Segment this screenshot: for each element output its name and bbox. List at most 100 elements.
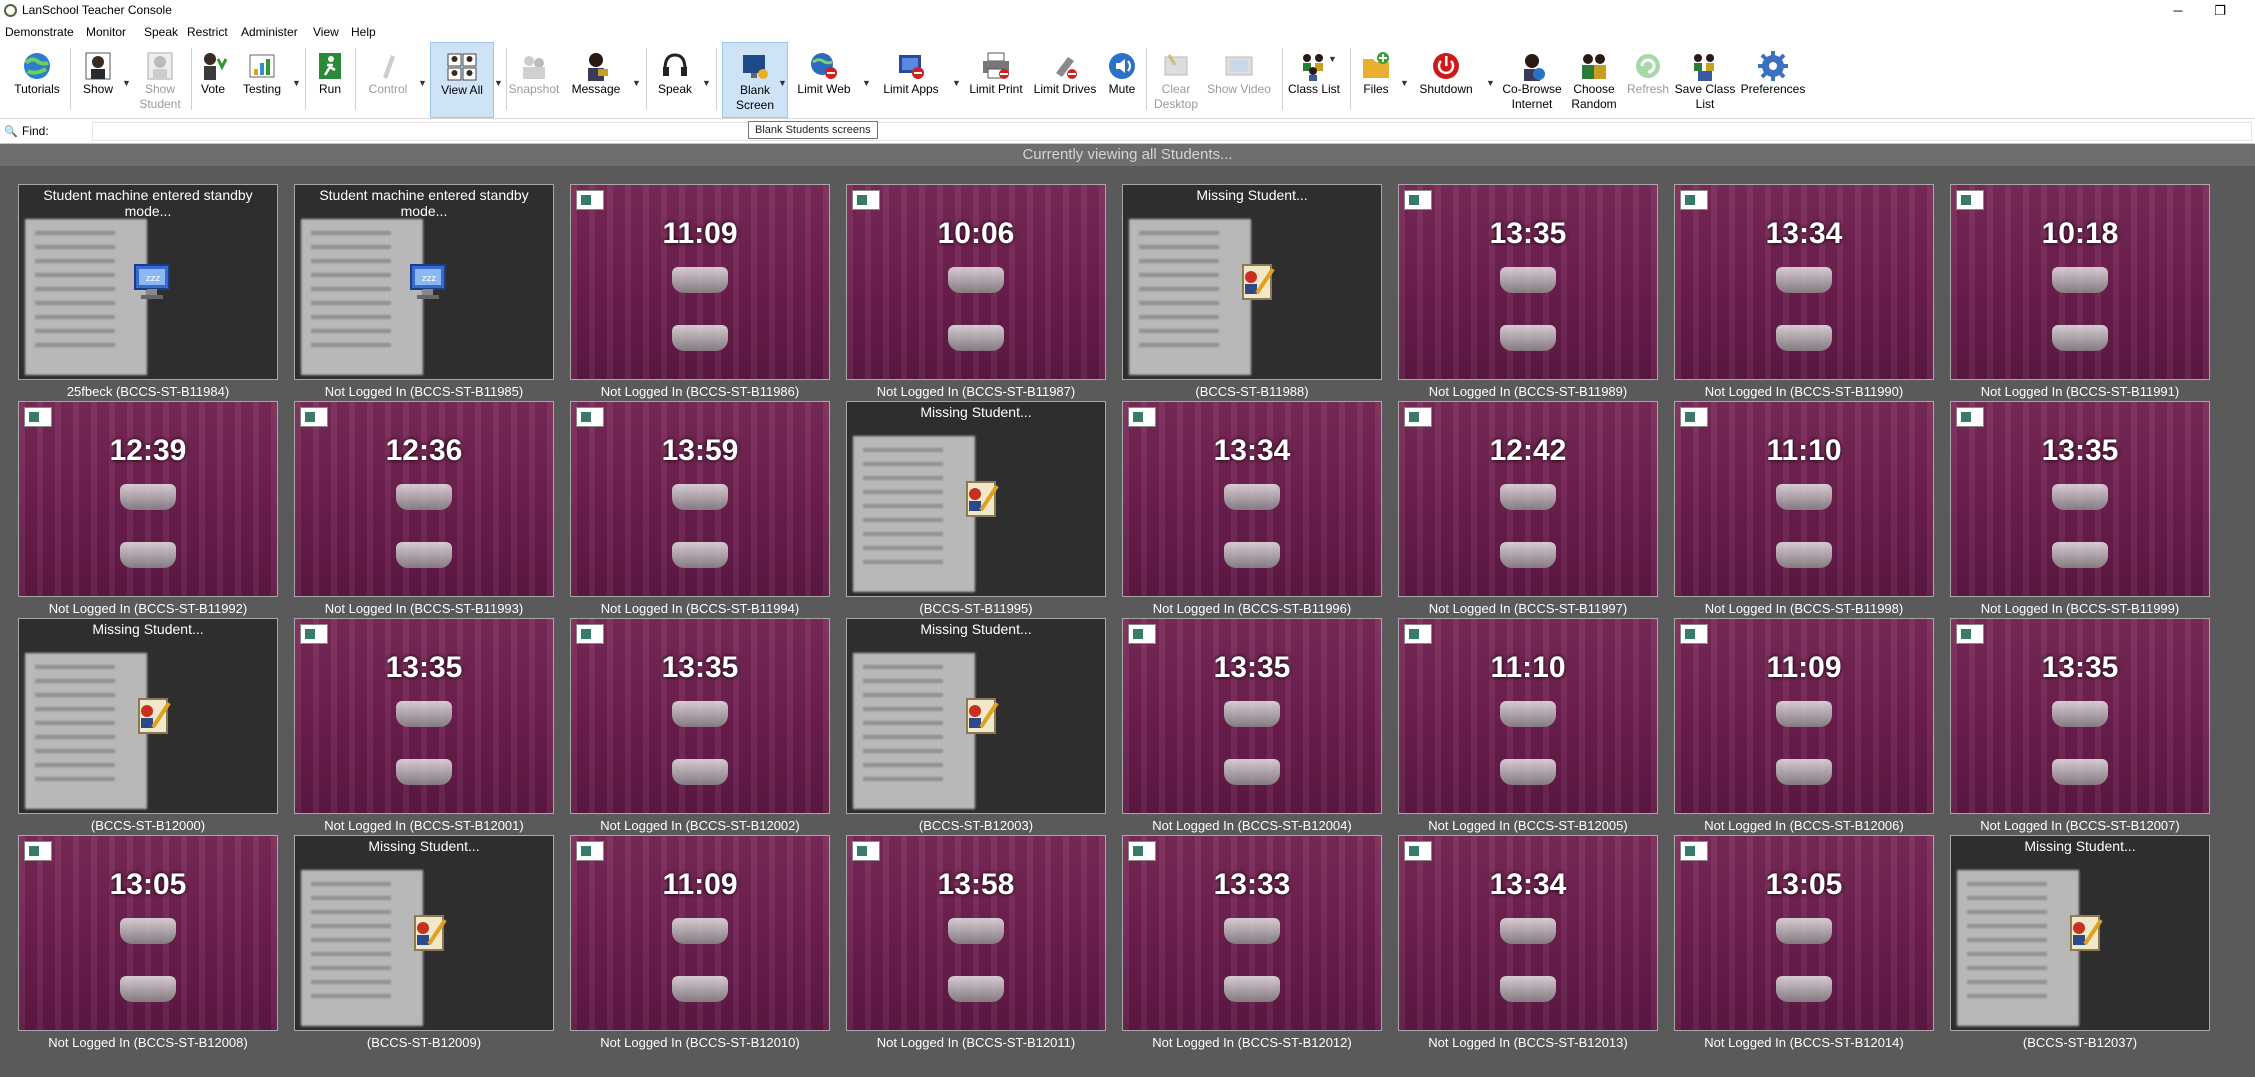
show-student-button[interactable]: Show Student (134, 42, 186, 118)
student-thumbnail[interactable]: Missing Student... (846, 618, 1106, 814)
control-button[interactable]: Control (362, 42, 414, 118)
lock-screen-clock: 13:35 (385, 651, 463, 684)
minimize-button[interactable]: ─ (2158, 2, 2198, 20)
student-thumbnail[interactable]: 13:34 (1122, 401, 1382, 597)
monitor-badge-icon (1404, 407, 1432, 427)
snapshot-button[interactable]: Snapshot (508, 42, 560, 118)
view-all-button[interactable]: View All (430, 42, 494, 118)
menu-help[interactable]: Help (351, 25, 376, 39)
mute-button[interactable]: Mute (1104, 42, 1140, 118)
menu-administer[interactable]: Administer (241, 25, 298, 39)
menu-restrict[interactable]: Restrict (187, 25, 228, 39)
student-caption: (BCCS-ST-B11988) (1195, 384, 1309, 399)
save-class-list-button[interactable]: Save Class List (1674, 42, 1736, 118)
lock-screen-clock: 13:35 (2041, 651, 2119, 684)
control-dropdown-icon[interactable]: ▼ (418, 78, 427, 88)
view-all-dropdown-icon[interactable]: ▼ (494, 78, 503, 88)
message-button[interactable]: Message (568, 42, 624, 118)
monitor-badge-icon (1128, 624, 1156, 644)
crest-icon (1500, 918, 1556, 944)
student-thumbnail[interactable]: 11:09 (570, 835, 830, 1031)
student-thumbnail[interactable]: 11:09 (570, 184, 830, 380)
limit-web-button[interactable]: Limit Web (794, 42, 854, 118)
refresh-button[interactable]: Refresh (1624, 42, 1672, 118)
lock-screen-clock: 13:35 (1489, 217, 1567, 250)
student-caption: Not Logged In (BCCS-ST-B12004) (1152, 818, 1352, 833)
monitor-badge-icon (1680, 841, 1708, 861)
show-video-button[interactable]: Show Video (1206, 42, 1272, 118)
student-thumbnail[interactable]: 13:59 (570, 401, 830, 597)
limit-apps-button[interactable]: Limit Apps (878, 42, 944, 118)
student-caption: (BCCS-ST-B12037) (2022, 1035, 2138, 1050)
missing-student-icon (966, 481, 999, 517)
shutdown-button[interactable]: Shutdown (1414, 42, 1478, 118)
crest-icon (672, 267, 728, 293)
student-thumbnail[interactable]: 10:18 (1950, 184, 2210, 380)
student-thumbnail[interactable]: 11:10 (1674, 401, 1934, 597)
vote-button[interactable]: Vote (196, 42, 230, 118)
limit-apps-dropdown-icon[interactable]: ▼ (952, 78, 961, 88)
student-thumbnail[interactable]: 12:39 (18, 401, 278, 597)
student-thumbnail[interactable]: 13:34 (1398, 835, 1658, 1031)
student-thumbnail[interactable]: 13:33 (1122, 835, 1382, 1031)
co-browse-internet-button[interactable]: Co-Browse Internet (1500, 42, 1564, 118)
student-thumbnail[interactable]: 13:35 (294, 618, 554, 814)
standby-monitor-icon: zzz (410, 264, 446, 299)
tile-status-message: Missing Student... (92, 621, 204, 637)
menu-speak[interactable]: Speak (144, 25, 178, 39)
student-thumbnail[interactable]: 13:35 (570, 618, 830, 814)
maximize-button[interactable]: ❐ (2200, 2, 2240, 20)
student-thumbnail[interactable]: 11:09 (1674, 618, 1934, 814)
student-thumbnail[interactable]: 13:34 (1674, 184, 1934, 380)
student-thumbnail[interactable]: Missing Student... (18, 618, 278, 814)
limit-drives-button[interactable]: Limit Drives (1030, 42, 1100, 118)
speak-button[interactable]: Speak (652, 42, 698, 118)
student-thumbnail[interactable]: 13:35 (1122, 618, 1382, 814)
student-thumbnail[interactable]: 13:35 (1950, 401, 2210, 597)
student-thumbnail[interactable]: Missing Student... (846, 401, 1106, 597)
view-all-icon (447, 53, 477, 81)
menu-demonstrate[interactable]: Demonstrate (5, 25, 74, 39)
limit-print-button[interactable]: Limit Print (966, 42, 1026, 118)
class-list-dropdown-icon[interactable]: ▼ (1328, 54, 1337, 64)
student-thumbnail[interactable]: 11:10 (1398, 618, 1658, 814)
testing-button[interactable]: Testing (240, 42, 284, 118)
student-thumbnail[interactable]: 13:05 (1674, 835, 1934, 1031)
show-button[interactable]: Show (76, 42, 120, 118)
tile-status-message: Student machine entered standby mode... (43, 187, 253, 219)
crest-icon (120, 542, 176, 568)
menu-monitor[interactable]: Monitor (86, 25, 126, 39)
files-button[interactable]: Files (1356, 42, 1396, 118)
student-thumbnail[interactable]: 12:36 (294, 401, 554, 597)
find-input[interactable] (92, 122, 2252, 141)
tutorials-button[interactable]: Tutorials (10, 42, 64, 118)
shutdown-dropdown-icon[interactable]: ▼ (1486, 78, 1495, 88)
missing-student-icon (1242, 264, 1275, 300)
student-thumbnail[interactable]: 13:05 (18, 835, 278, 1031)
testing-dropdown-icon[interactable]: ▼ (292, 78, 301, 88)
student-thumbnail[interactable]: Student machine entered standby mode... z… (294, 184, 554, 380)
student-thumbnail[interactable]: Student machine entered standby mode... z… (18, 184, 278, 380)
preferences-button[interactable]: Preferences (1740, 42, 1806, 118)
menu-bar: Demonstrate Monitor Speak Restrict Admin… (0, 22, 2255, 42)
blank-screen-dropdown-icon[interactable]: ▼ (778, 78, 787, 88)
student-thumbnail[interactable]: 13:58 (846, 835, 1106, 1031)
menu-view[interactable]: View (313, 25, 339, 39)
student-thumbnail[interactable]: 13:35 (1398, 184, 1658, 380)
show-dropdown-icon[interactable]: ▼ (122, 78, 131, 88)
speak-dropdown-icon[interactable]: ▼ (702, 78, 711, 88)
message-dropdown-icon[interactable]: ▼ (632, 78, 641, 88)
student-thumbnail[interactable]: Missing Student... (1122, 184, 1382, 380)
student-thumbnail[interactable]: Missing Student... (1950, 835, 2210, 1031)
blank-screen-icon (743, 55, 768, 79)
run-button[interactable]: Run (312, 42, 348, 118)
files-dropdown-icon[interactable]: ▼ (1400, 78, 1409, 88)
limit-web-dropdown-icon[interactable]: ▼ (862, 78, 871, 88)
student-thumbnail[interactable]: 12:42 (1398, 401, 1658, 597)
choose-random-button[interactable]: Choose Random (1566, 42, 1622, 118)
student-thumbnail[interactable]: 10:06 (846, 184, 1106, 380)
student-thumbnail[interactable]: 13:35 (1950, 618, 2210, 814)
crest-icon (1776, 976, 1832, 1002)
student-thumbnail[interactable]: Missing Student... (294, 835, 554, 1031)
clear-desktop-button[interactable]: Clear Desktop (1150, 42, 1202, 118)
